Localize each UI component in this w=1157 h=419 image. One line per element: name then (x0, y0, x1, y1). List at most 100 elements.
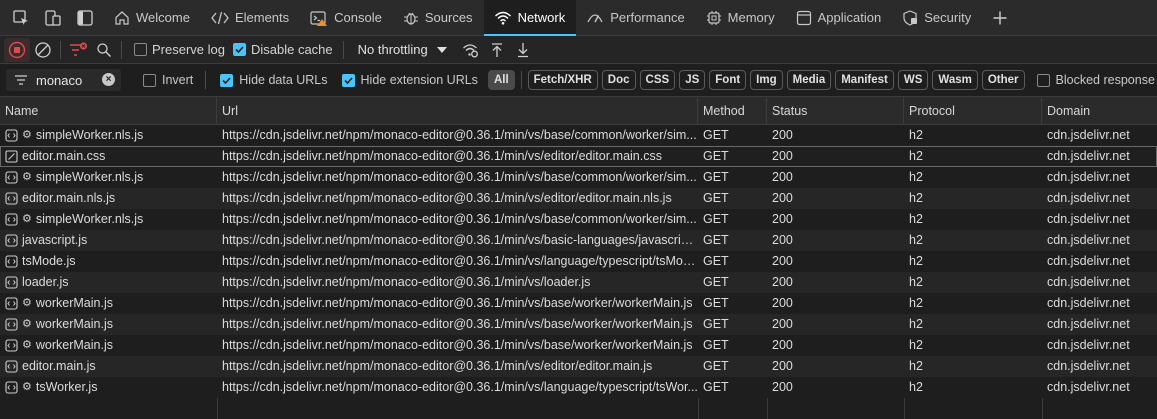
clear-filter-icon[interactable]: × (102, 73, 115, 86)
type-filter-doc[interactable]: Doc (601, 70, 636, 90)
cell-name[interactable]: ⚙ simpleWorker.nls.js (0, 125, 217, 146)
checkbox-box[interactable] (232, 43, 246, 56)
clear-button[interactable] (30, 38, 56, 62)
column-header-url[interactable]: Url (217, 97, 698, 125)
checkbox-box[interactable] (341, 73, 355, 87)
table-row[interactable]: loader.js https://cdn.jsdelivr.net/npm/mo… (0, 272, 1157, 293)
table-row[interactable]: ⚙ tsWorker.js https://cdn.jsdelivr.net/npm… (0, 377, 1157, 398)
cell-protocol: h2 (909, 317, 923, 331)
cell-method: GET (703, 149, 729, 163)
cell-url: https://cdn.jsdelivr.net/npm/monaco-edit… (222, 233, 698, 247)
column-header-domain[interactable]: Domain (1042, 97, 1157, 125)
search-button[interactable] (91, 38, 117, 62)
tab-security[interactable]: Security (892, 0, 982, 35)
table-row[interactable]: ⚙ simpleWorker.nls.js https://cdn.jsdelivr… (0, 125, 1157, 146)
tab-welcome[interactable]: Welcome (104, 0, 201, 35)
tab-application[interactable]: Application (786, 0, 893, 35)
checkbox-box[interactable] (134, 43, 147, 56)
table-row[interactable]: editor.main.css https://cdn.jsdelivr.net/… (0, 146, 1157, 167)
type-filter-wasm[interactable]: Wasm (932, 70, 978, 90)
cell-domain: cdn.jsdelivr.net (1047, 359, 1130, 373)
checkmark-icon (343, 76, 353, 84)
record-button[interactable] (4, 37, 30, 62)
table-row[interactable]: ⚙ simpleWorker.nls.js https://cdn.jsdelivr… (0, 167, 1157, 188)
add-tool-button[interactable] (982, 0, 1018, 35)
dock-side-icon[interactable] (70, 3, 100, 33)
cell-name[interactable]: ⚙ workerMain.js (0, 293, 217, 314)
cell-name[interactable]: ⚙ simpleWorker.nls.js (0, 209, 217, 230)
column-header-status[interactable]: Status (767, 97, 904, 125)
cell-name[interactable]: ⚙ simpleWorker.nls.js (0, 167, 217, 188)
tab-network[interactable]: Network (483, 0, 577, 36)
table-row[interactable]: editor.main.js https://cdn.jsdelivr.net/n… (0, 356, 1157, 377)
cell-name[interactable]: ⚙ tsWorker.js (0, 377, 217, 398)
table-row[interactable]: editor.main.nls.js https://cdn.jsdelivr.n… (0, 188, 1157, 209)
table-row[interactable]: javascript.js https://cdn.jsdelivr.net/np… (0, 230, 1157, 251)
disable-cache-checkbox[interactable]: Disable cache (232, 42, 333, 57)
table-row[interactable]: ⚙ workerMain.js https://cdn.jsdelivr.net/n… (0, 335, 1157, 356)
preserve-log-checkbox[interactable]: Preserve log (134, 42, 225, 57)
toolbar-divider (342, 40, 344, 59)
type-filter-ws[interactable]: WS (897, 70, 929, 90)
tab-performance[interactable]: Performance (576, 0, 695, 35)
cell-method: GET (703, 128, 729, 142)
checkbox-box[interactable] (220, 73, 234, 87)
hide-extension-urls-checkbox[interactable]: Hide extension URLs (341, 73, 478, 87)
filter-icon (70, 42, 87, 56)
upload-icon (491, 42, 502, 57)
cell-name[interactable]: editor.main.js (0, 356, 217, 377)
request-name: editor.main.css (22, 149, 106, 163)
invert-checkbox[interactable]: Invert (143, 73, 193, 87)
inspect-element-icon[interactable] (6, 3, 36, 33)
type-filter-font[interactable]: Font (709, 70, 747, 90)
script-file-icon (5, 129, 18, 142)
type-filter-js[interactable]: JS (679, 70, 706, 90)
export-har-button[interactable] (510, 38, 536, 62)
script-file-icon (5, 297, 18, 310)
script-file-icon (5, 213, 18, 226)
column-header-protocol[interactable]: Protocol (904, 97, 1042, 125)
device-emulation-icon[interactable] (38, 3, 68, 33)
table-row[interactable]: tsMode.js https://cdn.jsdelivr.net/npm/mo… (0, 251, 1157, 272)
type-filter-fetch-xhr[interactable]: Fetch/XHR (527, 70, 598, 90)
table-row[interactable]: ⚙ simpleWorker.nls.js https://cdn.jsdelivr… (0, 209, 1157, 230)
tab-memory[interactable]: Memory (696, 0, 786, 35)
tab-sources[interactable]: Sources (393, 0, 484, 35)
table-row[interactable]: ⚙ workerMain.js https://cdn.jsdelivr.net/n… (0, 314, 1157, 335)
request-name: workerMain.js (35, 338, 113, 352)
type-filter-manifest[interactable]: Manifest (835, 70, 894, 90)
cell-status: 200 (772, 380, 793, 394)
type-filter-all[interactable]: All (487, 70, 515, 90)
cell-name[interactable]: ⚙ workerMain.js (0, 335, 217, 356)
script-file-icon (5, 234, 18, 247)
cell-name[interactable]: javascript.js (0, 230, 217, 251)
checkbox-box[interactable] (143, 73, 156, 87)
cell-name[interactable]: loader.js (0, 272, 217, 293)
type-filter-other[interactable]: Other (981, 70, 1025, 90)
throttling-select[interactable]: No throttling (352, 39, 454, 61)
cell-name[interactable]: editor.main.nls.js (0, 188, 217, 209)
column-header-method[interactable]: Method (698, 97, 767, 125)
filter-input[interactable]: monaco × (6, 69, 121, 91)
import-har-button[interactable] (484, 38, 510, 62)
network-conditions-button[interactable] (458, 38, 484, 62)
type-filter-img[interactable]: Img (750, 70, 783, 90)
cell-name[interactable]: tsMode.js (0, 251, 217, 272)
filter-input-value[interactable]: monaco (36, 73, 82, 88)
tab-elements[interactable]: Elements (201, 0, 300, 35)
checkbox-box[interactable] (1036, 73, 1050, 87)
code-icon (211, 11, 229, 24)
type-filter-css[interactable]: CSS (639, 70, 676, 90)
cell-name[interactable]: ⚙ workerMain.js (0, 314, 217, 335)
tab-label: Security (924, 10, 972, 25)
hide-data-urls-checkbox[interactable]: Hide data URLs (220, 73, 328, 87)
worker-gear-icon: ⚙ (22, 171, 32, 183)
cell-name[interactable]: editor.main.css (0, 146, 217, 167)
worker-gear-icon: ⚙ (22, 318, 32, 330)
column-header-name[interactable]: Name (0, 97, 217, 125)
type-filter-media[interactable]: Media (786, 70, 832, 90)
tab-console[interactable]: Console (300, 0, 393, 35)
blocked-response-checkbox[interactable]: Blocked response (1036, 73, 1155, 87)
filter-toggle-button[interactable] (65, 38, 91, 62)
table-row[interactable]: ⚙ workerMain.js https://cdn.jsdelivr.net/n… (0, 293, 1157, 314)
